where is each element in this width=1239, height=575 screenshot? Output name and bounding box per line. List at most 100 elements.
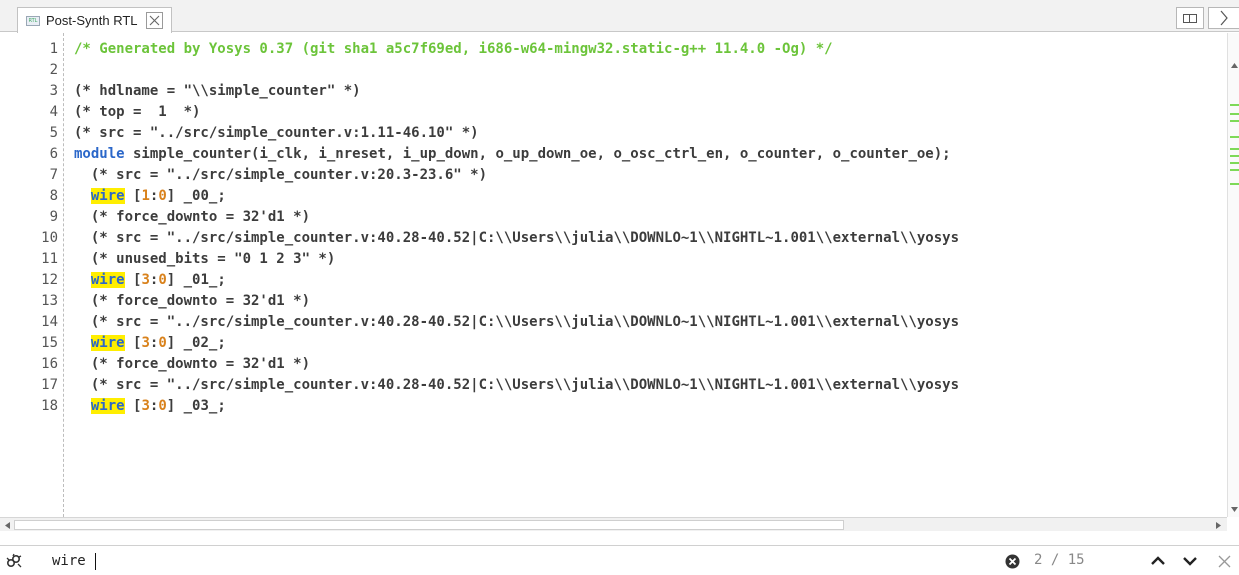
line-number: 9 xyxy=(49,209,58,225)
code-line[interactable]: (* src = "../src/simple_counter.v:20.3-2… xyxy=(64,165,487,186)
line-number: 5 xyxy=(49,125,58,141)
code-line[interactable]: wire [1:0] _00_; xyxy=(64,186,226,207)
code-token: (* src = "../src/simple_counter.v:40.28-… xyxy=(74,377,960,393)
code-token: (* src = "../src/simple_counter.v:40.28-… xyxy=(74,314,960,330)
line-number: 7 xyxy=(49,167,58,183)
code-line[interactable]: (* src = "../src/simple_counter.v:40.28-… xyxy=(64,228,959,249)
code-line[interactable]: module simple_counter(i_clk, i_nreset, i… xyxy=(64,144,951,165)
code-line[interactable]: wire [3:0] _03_; xyxy=(64,396,226,417)
code-token: 0 xyxy=(158,188,167,204)
line-number: 2 xyxy=(49,62,58,78)
line-number: 12 xyxy=(41,272,58,288)
code-token: 3 xyxy=(141,335,150,351)
match-count: 2 / 15 xyxy=(1034,552,1085,568)
code-editor[interactable]: 1 2 3 4 5 6 7 8 9 10 11 12 13 14 15 16 17 18 /* Generated… xyxy=(0,33,1239,517)
search-match: wire xyxy=(90,398,125,414)
code-token: ] _02_; xyxy=(166,335,226,351)
code-line[interactable]: wire [3:0] _02_; xyxy=(64,333,226,354)
code-line[interactable]: (* src = "../src/simple_counter.v:1.11-4… xyxy=(64,123,479,144)
close-find-button[interactable] xyxy=(1216,553,1232,569)
code-token: 1 xyxy=(141,188,150,204)
vertical-scrollbar[interactable] xyxy=(1227,33,1239,517)
horizontal-scrollbar[interactable] xyxy=(0,517,1227,531)
chevron-up-icon xyxy=(1151,556,1165,565)
code-token: (* top = 1 *) xyxy=(74,104,201,120)
code-line[interactable]: (* force_downto = 32'd1 *) xyxy=(64,207,310,228)
code-line[interactable]: (* force_downto = 32'd1 *) xyxy=(64,354,310,375)
code-token: (* force_downto = 32'd1 *) xyxy=(74,356,311,372)
code-token: 0 xyxy=(158,335,167,351)
code-token: [ xyxy=(124,272,142,288)
tab-list-button[interactable] xyxy=(1176,7,1204,29)
tab-title: Post-Synth RTL xyxy=(46,13,138,28)
code-token: 3 xyxy=(141,272,150,288)
code-line[interactable]: wire [3:0] _01_; xyxy=(64,270,226,291)
rtl-file-icon: RTL xyxy=(26,15,40,26)
code-line[interactable] xyxy=(64,60,74,81)
previous-match-button[interactable] xyxy=(1150,553,1166,569)
window-icon xyxy=(1183,13,1197,23)
search-match: wire xyxy=(90,335,125,351)
code-token: (* unused_bits = "0 1 2 3" *) xyxy=(74,251,336,267)
clear-search-icon[interactable] xyxy=(1004,553,1021,570)
find-bar: 2 / 15 xyxy=(0,545,1239,575)
editor-tab-bar: RTL Post-Synth RTL xyxy=(0,0,1239,33)
code-token: (* hdlname = "\\simple_counter" *) xyxy=(74,83,361,99)
code-token: [ xyxy=(124,188,142,204)
scroll-tabs-right-button[interactable] xyxy=(1208,7,1239,29)
tab-close-icon[interactable] xyxy=(145,12,163,29)
line-number: 17 xyxy=(41,377,58,393)
line-number: 15 xyxy=(41,335,58,351)
search-match-marker xyxy=(1230,169,1239,171)
scroll-up-icon[interactable] xyxy=(1228,59,1239,71)
code-token: [ xyxy=(124,335,142,351)
code-area[interactable]: /* Generated by Yosys 0.37 (git sha1 a5c… xyxy=(64,33,1227,517)
close-icon xyxy=(1218,555,1230,567)
scroll-thumb[interactable] xyxy=(14,520,844,530)
scroll-down-icon[interactable] xyxy=(1228,503,1239,515)
code-token: ] _00_; xyxy=(166,188,226,204)
code-token: 0 xyxy=(158,272,167,288)
code-line[interactable]: (* hdlname = "\\simple_counter" *) xyxy=(64,81,361,102)
code-token: (* src = "../src/simple_counter.v:1.11-4… xyxy=(74,125,479,141)
line-number: 11 xyxy=(41,251,58,267)
search-match-marker xyxy=(1230,113,1239,115)
line-number: 8 xyxy=(49,188,58,204)
code-token: module xyxy=(74,146,125,162)
search-match-marker xyxy=(1230,162,1239,164)
line-number: 16 xyxy=(41,356,58,372)
code-line[interactable]: (* src = "../src/simple_counter.v:40.28-… xyxy=(64,312,959,333)
chevron-down-icon xyxy=(1183,557,1197,566)
scroll-left-icon[interactable] xyxy=(1,519,13,531)
search-match: wire xyxy=(90,272,125,288)
code-token: (* force_downto = 32'd1 *) xyxy=(74,293,311,309)
scroll-right-icon[interactable] xyxy=(1212,519,1224,531)
code-line[interactable]: (* src = "../src/simple_counter.v:40.28-… xyxy=(64,375,959,396)
line-number-gutter: 1 2 3 4 5 6 7 8 9 10 11 12 13 14 15 16 17 18 xyxy=(0,33,64,517)
line-number: 18 xyxy=(41,398,58,414)
search-match-marker xyxy=(1230,183,1239,185)
chevron-right-icon xyxy=(1220,10,1228,26)
code-line[interactable]: /* Generated by Yosys 0.37 (git sha1 a5c… xyxy=(64,39,833,60)
code-token: 0 xyxy=(158,398,167,414)
line-number: 10 xyxy=(41,230,58,246)
code-token: simple_counter(i_clk, i_nreset, i_up_dow… xyxy=(124,146,951,162)
code-line[interactable]: (* unused_bits = "0 1 2 3" *) xyxy=(64,249,335,270)
code-token: (* src = "../src/simple_counter.v:20.3-2… xyxy=(74,167,488,183)
code-token: ] _03_; xyxy=(166,398,226,414)
line-number: 14 xyxy=(41,314,58,330)
find-icon xyxy=(6,553,22,568)
code-line[interactable]: (* top = 1 *) xyxy=(64,102,200,123)
search-match-marker xyxy=(1230,136,1239,138)
search-match-marker xyxy=(1230,155,1239,157)
code-token: ] _01_; xyxy=(166,272,226,288)
code-line[interactable]: (* force_downto = 32'd1 *) xyxy=(64,291,310,312)
search-input[interactable] xyxy=(52,550,1002,572)
tab-post-synth-rtl[interactable]: RTL Post-Synth RTL xyxy=(17,7,172,33)
search-match-marker xyxy=(1230,104,1239,106)
next-match-button[interactable] xyxy=(1182,553,1198,569)
line-number: 1 xyxy=(49,41,58,57)
